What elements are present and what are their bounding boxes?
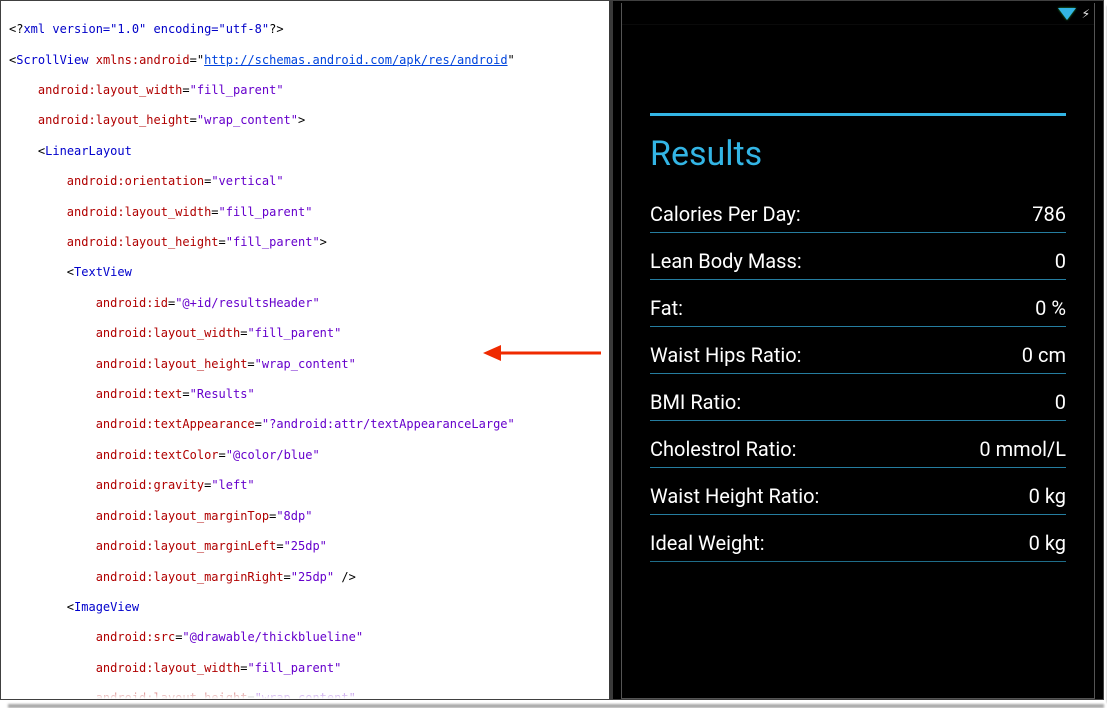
results-title: Results [650, 134, 1094, 174]
textview-tag: TextView [74, 265, 132, 279]
label-ideal-weight: Ideal Weight: [650, 531, 765, 555]
header-divider [650, 113, 1066, 116]
notification-tray-icon [1058, 8, 1076, 20]
label-lbm: Lean Body Mass: [650, 249, 802, 273]
status-bar: ⚡ [622, 3, 1094, 25]
value-lbm: 0 [1055, 249, 1066, 273]
value-cholestrol: 0 mmol/L [979, 437, 1066, 461]
value-waist-height: 0 kg [1029, 484, 1066, 508]
label-fat: Fat: [650, 296, 683, 320]
label-bmi: BMI Ratio: [650, 390, 741, 414]
linearlayout-tag: LinearLayout [45, 144, 132, 158]
xml-code-pane[interactable]: <?xml version="1.0" encoding="utf-8"?> <… [1, 1, 609, 699]
row-calories: Calories Per Day: 786 [650, 186, 1066, 233]
xml-decl-close: ?> [269, 22, 283, 36]
value-calories: 786 [1032, 202, 1066, 226]
value-ideal-weight: 0 kg [1029, 531, 1066, 555]
xmlns-url[interactable]: http://schemas.android.com/apk/res/andro… [204, 53, 507, 67]
label-cholestrol: Cholestrol Ratio: [650, 437, 796, 461]
value-fat: 0 % [1035, 296, 1066, 320]
value-bmi: 0 [1055, 390, 1066, 414]
label-calories: Calories Per Day: [650, 202, 801, 226]
row-lean-body-mass: Lean Body Mass: 0 [650, 233, 1066, 280]
value-waist-hips: 0 cm [1022, 343, 1066, 367]
row-bmi: BMI Ratio: 0 [650, 374, 1066, 421]
battery-charging-icon: ⚡ [1082, 7, 1090, 21]
label-waist-height: Waist Height Ratio: [650, 484, 819, 508]
scrollview-tag: ScrollView [16, 53, 88, 67]
xml-decl: xml version="1.0" encoding="utf-8" [23, 22, 269, 36]
row-waist-hips: Waist Hips Ratio: 0 cm [650, 327, 1066, 374]
row-ideal-weight: Ideal Weight: 0 kg [650, 515, 1066, 561]
xml-decl-open: <? [9, 22, 23, 36]
imageview-tag: ImageView [74, 600, 139, 614]
android-preview: ⚡ Results Calories Per Day: 786 Lean Bod… [609, 1, 1103, 699]
row-cholestrol: Cholestrol Ratio: 0 mmol/L [650, 421, 1066, 468]
label-waist-hips: Waist Hips Ratio: [650, 343, 802, 367]
row-fat: Fat: 0 % [650, 280, 1066, 327]
row-waist-height: Waist Height Ratio: 0 kg [650, 468, 1066, 515]
